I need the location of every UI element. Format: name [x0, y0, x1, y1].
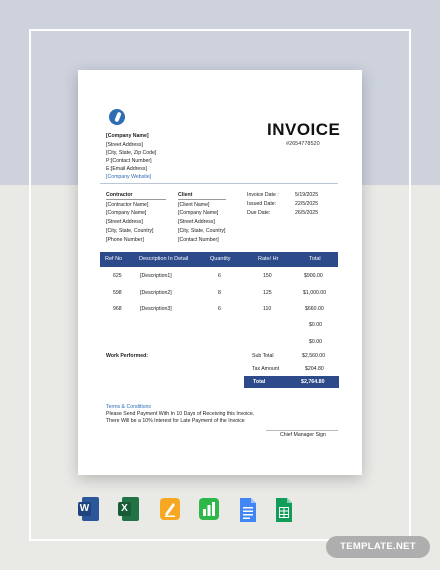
row-1-rate: 150	[263, 273, 272, 279]
issued-date-value: 22/5/2025	[295, 201, 319, 207]
row-2-desc: [Description2]	[140, 290, 172, 296]
subtotal-value: $2,560.00	[302, 353, 326, 359]
row-1-desc: [Description1]	[140, 273, 172, 279]
invoice-date-value: 5/19/2025	[295, 192, 319, 198]
work-performed-label: Work Performed:	[106, 353, 148, 359]
header-total: Total	[309, 256, 321, 262]
numbers-glyph-icon	[199, 498, 219, 520]
company-phone: P:[Contact Number]	[106, 158, 152, 164]
google-sheets-icon[interactable]	[273, 497, 295, 523]
total-value: $2,764.80	[301, 379, 325, 385]
client-heading: Client	[178, 192, 193, 198]
contractor-street: [Street Address]	[106, 219, 143, 225]
client-phone: [Contact Number]	[178, 237, 219, 243]
client-city: [City, State, Country]	[178, 228, 226, 234]
tax-value: $204.80	[305, 366, 324, 372]
tax-label: Tax Amount	[252, 366, 280, 372]
header-ref-no: Ref No	[105, 256, 123, 262]
contractor-underline	[106, 199, 166, 200]
client-company: [Company Name]	[178, 210, 219, 216]
row-2-ref: 598	[113, 290, 122, 296]
row-2-qty: 8	[218, 290, 221, 296]
row-3-desc: [Description3]	[140, 306, 172, 312]
due-date-label: Due Date:	[247, 210, 271, 216]
pages-icon[interactable]	[159, 497, 181, 523]
company-website: [Company Website]	[106, 174, 152, 180]
template-net-watermark[interactable]: TEMPLATE.NET	[326, 536, 430, 558]
excel-icon[interactable]: X	[118, 497, 140, 523]
numbers-icon[interactable]	[198, 497, 220, 523]
row-1-total: $900.00	[304, 273, 323, 279]
row-3-total: $660.00	[305, 306, 324, 312]
due-date-value: 26/5/2025	[295, 210, 319, 216]
client-street: [Street Address]	[178, 219, 215, 225]
row-1-qty: 6	[218, 273, 221, 279]
contractor-city: [City, State, Country]	[106, 228, 154, 234]
total-bar: Total $2,764.80	[244, 376, 339, 388]
row-5-total: $0.00	[309, 339, 322, 345]
header-description: Description In Detail	[139, 256, 189, 262]
google-sheets-glyph-icon	[276, 498, 292, 522]
invoice-number: #2654778520	[286, 141, 320, 147]
company-city: [City, State, Zip Code]	[106, 150, 157, 156]
company-email: E:[Email Address]	[106, 166, 147, 172]
google-docs-glyph-icon	[240, 498, 256, 522]
invoice-document: INVOICE #2654778520 [Company Name] [Stre…	[78, 70, 362, 475]
pages-glyph-icon	[160, 498, 180, 520]
client-name: [Client Name]	[178, 202, 210, 208]
row-1-ref: 625	[113, 273, 122, 279]
contractor-name: [Contractor Name]	[106, 202, 149, 208]
header-rate: Rate/ Hr	[258, 256, 279, 262]
row-3-qty: 6	[218, 306, 221, 312]
contractor-phone: [Phone Number]	[106, 237, 144, 243]
invoice-date-label: Invoice Date :	[247, 192, 279, 198]
company-street: [Street Address]	[106, 142, 143, 148]
row-2-rate: 125	[263, 290, 272, 296]
contractor-company: [Company Name]	[106, 210, 147, 216]
header-quantity: Quantity	[210, 256, 231, 262]
row-3-rate: 110	[263, 306, 272, 312]
signature-label: Chief Manager Sign	[280, 432, 326, 438]
issued-date-label: Issued Date:	[247, 201, 277, 207]
word-icon[interactable]: W	[78, 497, 100, 523]
company-logo-icon	[109, 109, 125, 125]
terms-line-2: There Will be a 10% Interest for Late Pa…	[106, 418, 245, 424]
total-label: Total	[253, 379, 266, 385]
row-3-ref: 968	[113, 306, 122, 312]
google-docs-icon[interactable]	[237, 497, 259, 523]
invoice-title: INVOICE	[267, 120, 341, 139]
client-underline	[178, 199, 226, 200]
company-name: [Company Name]	[106, 133, 149, 139]
row-4-total: $0.00	[309, 322, 322, 328]
row-2-total: $1,000.00	[303, 290, 327, 296]
subtotal-label: Sub Total	[252, 353, 274, 359]
header-divider	[100, 183, 338, 184]
contractor-heading: Contractor	[106, 192, 133, 198]
